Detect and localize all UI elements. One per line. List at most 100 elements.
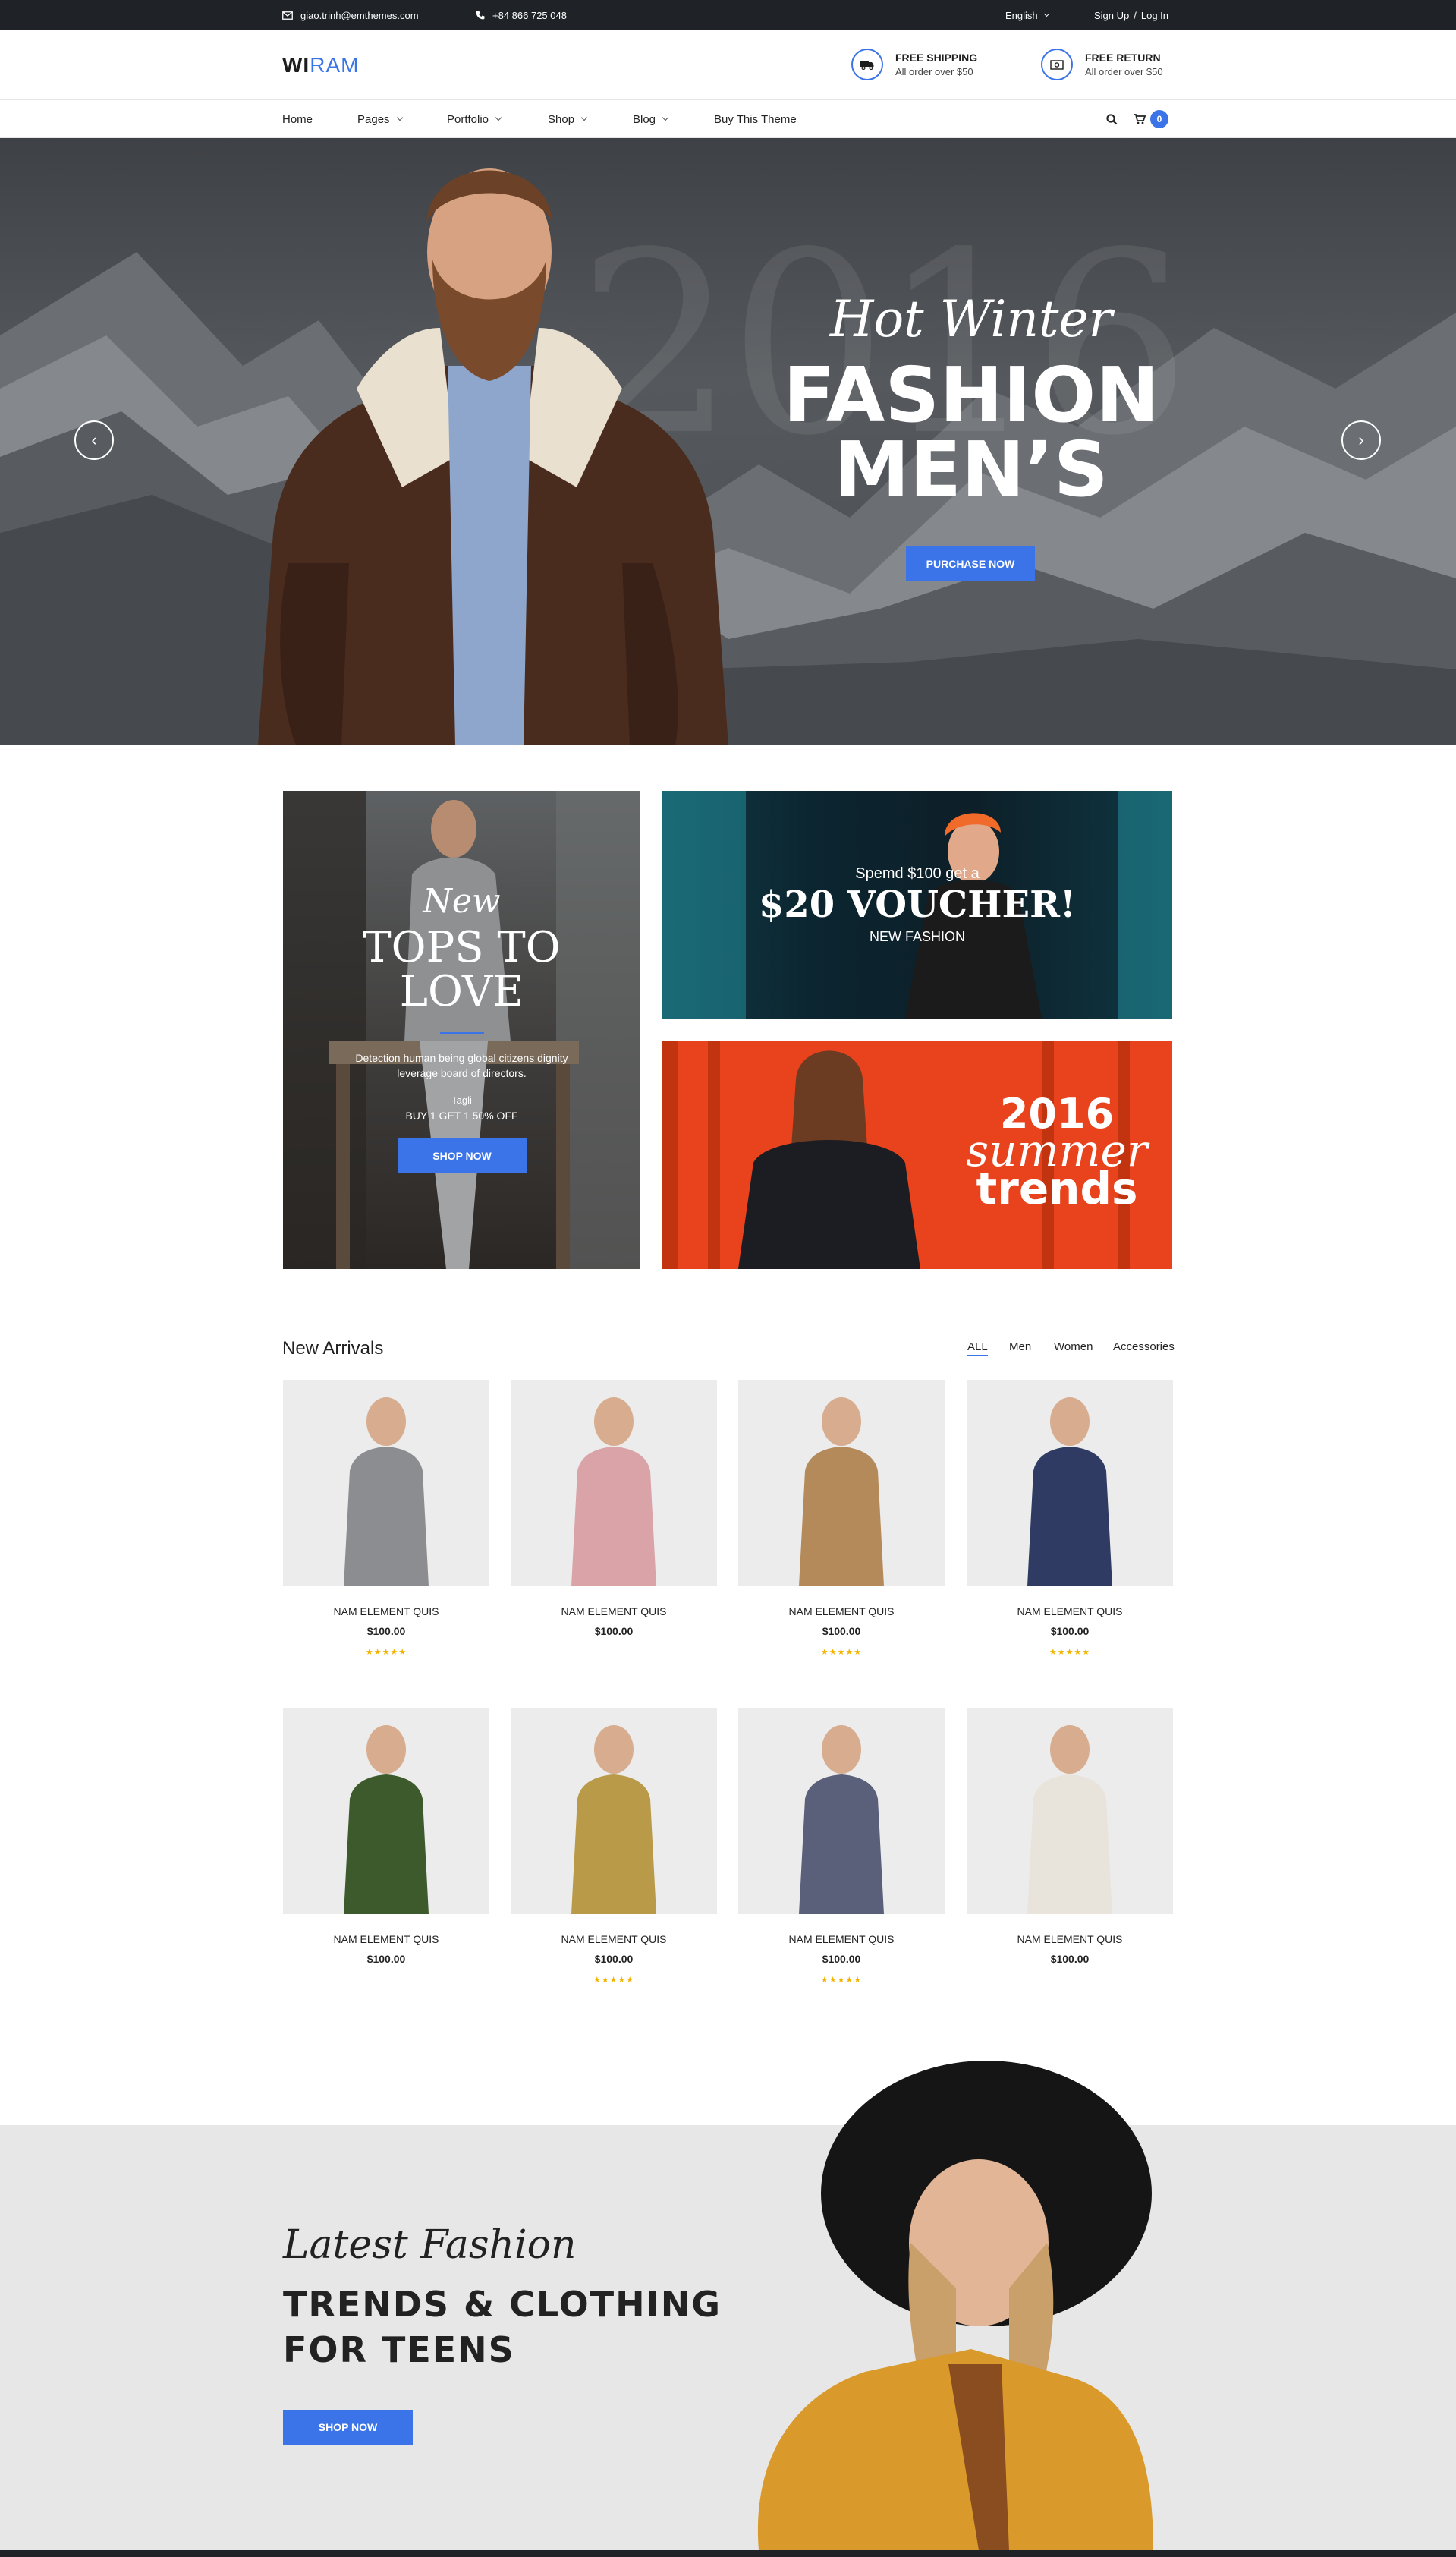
promo-divider: [440, 1032, 484, 1034]
account-separator: /: [1134, 9, 1137, 21]
product-price: $100.00: [1050, 1953, 1090, 1965]
product-image[interactable]: [738, 1708, 945, 1914]
nav-item-label: Home: [282, 112, 313, 126]
promo-offer: BUY 1 GET 1 50% OFF: [405, 1110, 518, 1122]
feature-subtitle: All order over $50: [895, 66, 973, 77]
product-name[interactable]: NAM ELEMENT QUIS: [738, 1605, 945, 1617]
search-icon: [1106, 113, 1118, 124]
feature-title: FREE SHIPPING: [895, 52, 978, 64]
product-name[interactable]: NAM ELEMENT QUIS: [511, 1605, 717, 1617]
promo-model-image: [283, 791, 640, 1269]
promo-title: TOPS TO LOVE: [283, 926, 640, 1014]
product-rating: ★★★★★: [820, 1976, 863, 1985]
filter-accessories[interactable]: Accessories: [1113, 1340, 1175, 1353]
filter-men[interactable]: Men: [1009, 1340, 1031, 1353]
product-rating: ★★★★★: [1049, 1648, 1091, 1657]
promo-tag: Tagli: [451, 1094, 472, 1106]
product-image[interactable]: [967, 1708, 1173, 1914]
hero-prev-button[interactable]: ‹: [74, 420, 114, 460]
promo-title-line2: LOVE: [399, 967, 524, 1016]
product-rating: ★★★★★: [820, 1648, 863, 1657]
nav-item-home[interactable]: Home: [282, 100, 313, 138]
product-rating: ★★★★★: [593, 1976, 635, 1985]
product-rating: ★★★★★: [365, 1648, 407, 1657]
hero-title-line1: FASHION: [783, 351, 1159, 439]
latest-shop-now-button[interactable]: SHOP NOW: [283, 2410, 413, 2445]
promo-tops-to-love[interactable]: New TOPS TO LOVE Detection human being g…: [283, 791, 640, 1269]
sign-up-link[interactable]: Sign Up: [1094, 10, 1129, 21]
product-name[interactable]: NAM ELEMENT QUIS: [967, 1933, 1173, 1945]
nav-item-blog[interactable]: Blog: [633, 100, 669, 138]
product-name[interactable]: NAM ELEMENT QUIS: [511, 1933, 717, 1945]
hero-script-title: Hot Winter: [829, 290, 1113, 348]
product-price: $100.00: [822, 1625, 861, 1637]
return-icon: [1041, 49, 1073, 80]
promo-desc-line2: leverage board of directors.: [397, 1067, 527, 1079]
latest-title-line2: FOR TEENS: [283, 2329, 515, 2370]
product-image[interactable]: [283, 1708, 489, 1914]
mail-icon: [282, 11, 293, 20]
product-name[interactable]: NAM ELEMENT QUIS: [967, 1605, 1173, 1617]
cart-button[interactable]: 0: [1134, 100, 1168, 138]
product-image[interactable]: [967, 1380, 1173, 1586]
feature-free-shipping: FREE SHIPPING All order over $50: [851, 49, 977, 80]
nav-item-buy-theme[interactable]: Buy This Theme: [714, 100, 797, 138]
product-name[interactable]: NAM ELEMENT QUIS: [738, 1933, 945, 1945]
product-image[interactable]: [283, 1380, 489, 1586]
purchase-now-button[interactable]: PURCHASE NOW: [906, 546, 1035, 581]
log-in-link[interactable]: Log In: [1141, 10, 1168, 21]
language-select[interactable]: English: [1005, 0, 1049, 30]
product-price: $100.00: [594, 1625, 634, 1637]
product-image[interactable]: [738, 1380, 945, 1586]
phone-text: +84 866 725 048: [492, 9, 567, 21]
product-image[interactable]: [511, 1380, 717, 1586]
product-image[interactable]: [511, 1708, 717, 1914]
nav-item-portfolio[interactable]: Portfolio: [447, 100, 502, 138]
latest-model-image: [757, 2061, 1153, 2550]
nav-item-label: Shop: [548, 112, 575, 126]
top-bar: giao.trinh@emthemes.com +84 866 725 048 …: [0, 0, 1456, 30]
cart-icon: [1134, 114, 1146, 124]
summer-word: trends: [976, 1163, 1138, 1214]
promo-summer-trends[interactable]: 2016 summer trends: [662, 1041, 1172, 1269]
latest-script: Latest Fashion: [283, 2222, 577, 2268]
site-logo[interactable]: WIRAM: [282, 53, 359, 77]
feature-title: FREE RETURN: [1085, 52, 1161, 64]
product-price: $100.00: [366, 1953, 406, 1965]
nav-item-pages[interactable]: Pages: [357, 100, 403, 138]
nav-item-label: Pages: [357, 112, 390, 126]
voucher-line3: NEW FASHION: [869, 929, 965, 944]
product-price: $100.00: [366, 1625, 406, 1637]
filter-women[interactable]: Women: [1054, 1340, 1093, 1353]
hero-next-button[interactable]: ›: [1341, 420, 1381, 460]
chevron-down-icon: [396, 114, 403, 121]
chevron-right-icon: ›: [1358, 430, 1364, 449]
account-links: Sign Up / Log In: [1094, 0, 1168, 30]
search-button[interactable]: [1106, 100, 1118, 138]
nav-item-label: Buy This Theme: [714, 112, 797, 126]
site-header: WIRAM FREE SHIPPING All order over $50 F…: [0, 30, 1456, 100]
latest-title: TRENDS & CLOTHING FOR TEENS: [283, 2281, 722, 2373]
promo-shop-now-button[interactable]: SHOP NOW: [398, 1138, 527, 1173]
contact-email[interactable]: giao.trinh@emthemes.com: [282, 0, 419, 30]
chevron-left-icon: ‹: [91, 430, 97, 449]
hero-model-image: [258, 168, 728, 745]
chevron-down-icon: [495, 114, 502, 121]
promo-description: Detection human being global citizens di…: [283, 1050, 640, 1081]
filter-all[interactable]: ALL: [967, 1340, 988, 1356]
feature-subtitle: All order over $50: [1085, 66, 1163, 77]
promo-desc-line1: Detection human being global citizens di…: [355, 1052, 568, 1064]
nav-item-label: Blog: [633, 112, 656, 126]
language-label: English: [1005, 9, 1038, 21]
logo-thin: RAM: [310, 53, 360, 77]
phone-icon: [476, 11, 485, 20]
nav-item-shop[interactable]: Shop: [548, 100, 588, 138]
chevron-down-icon: [580, 114, 588, 121]
promo-voucher[interactable]: Spemd $100 get a $20 VOUCHER! NEW FASHIO…: [662, 791, 1172, 1019]
email-text: giao.trinh@emthemes.com: [300, 9, 419, 21]
contact-phone[interactable]: +84 866 725 048: [476, 0, 567, 30]
product-name[interactable]: NAM ELEMENT QUIS: [283, 1605, 489, 1617]
product-name[interactable]: NAM ELEMENT QUIS: [283, 1933, 489, 1945]
chevron-down-icon: [1043, 11, 1049, 17]
logo-bold: WI: [282, 53, 310, 77]
